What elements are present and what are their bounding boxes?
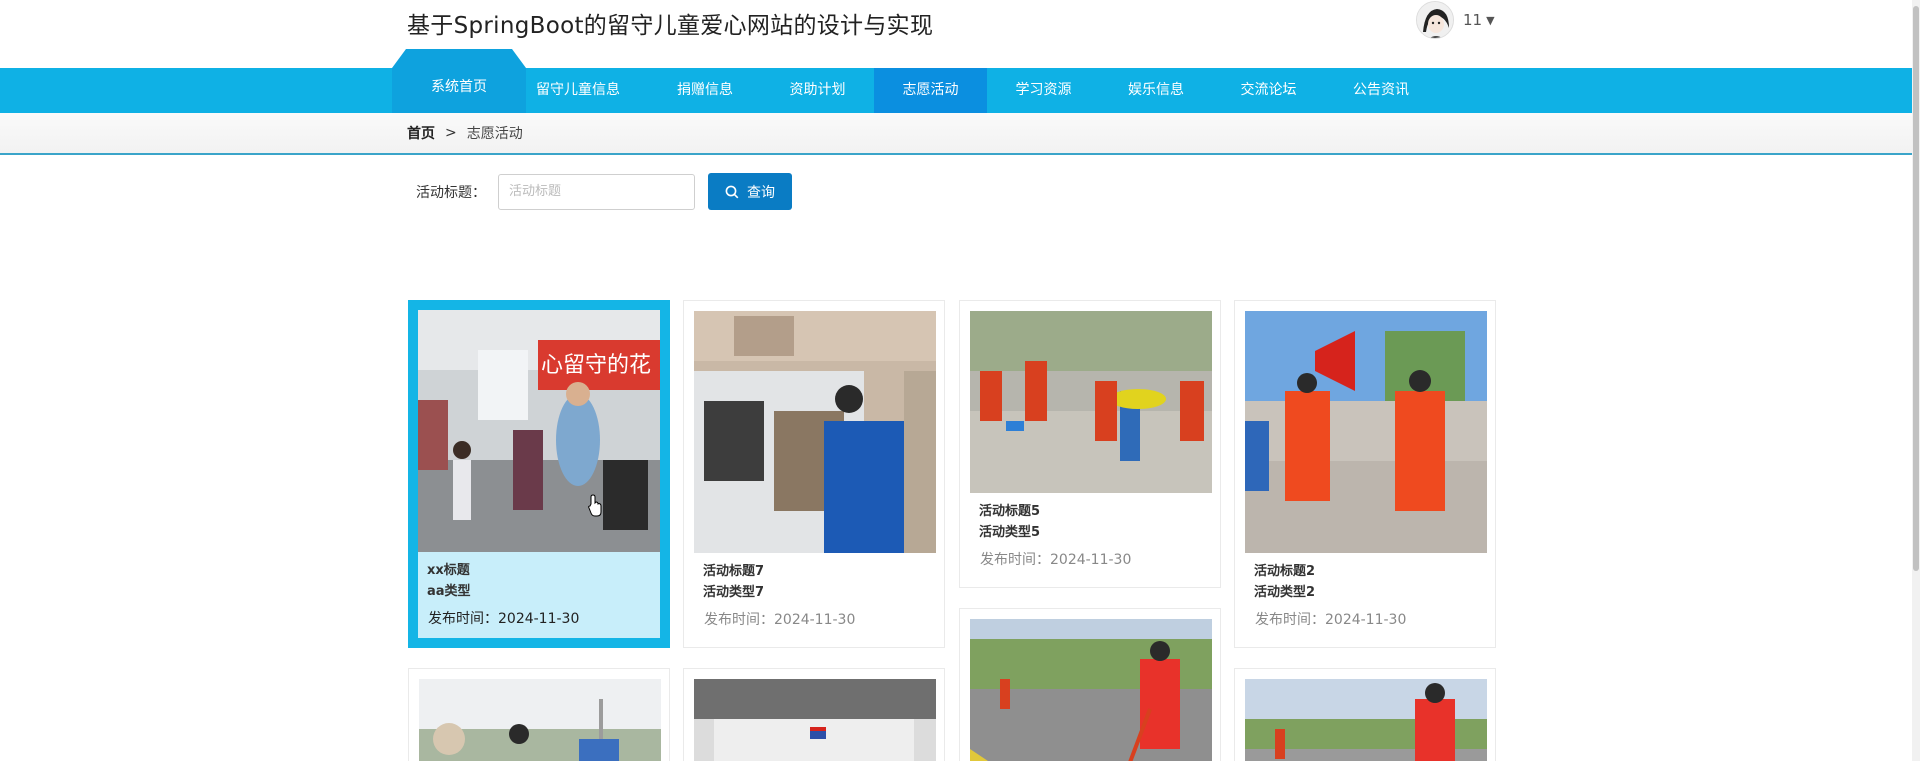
user-avatar[interactable] [1416,1,1454,39]
activity-date: 发布时间：2024-11-30 [980,552,1132,568]
activity-title: 活动标题5 [979,504,1041,519]
activity-card[interactable]: 活动标题7 活动类型7 发布时间：2024-11-30 [683,300,945,648]
nav-item-children[interactable]: 留守儿童信息 [526,68,630,113]
nav-item-forum[interactable]: 交流论坛 [1212,68,1325,113]
breadcrumb-current: 志愿活动 [466,126,523,142]
activity-title: 活动标题2 [1254,564,1316,579]
search-input[interactable] [498,173,695,210]
activity-date: 发布时间：2024-11-30 [428,611,580,627]
activity-image[interactable]: 心留守的花 [418,310,660,552]
activity-image[interactable] [1245,679,1487,761]
nav-home-label[interactable]: 系统首页 [392,76,526,96]
mouse-cursor-icon [588,494,602,517]
activity-type: 活动类型7 [703,585,765,600]
breadcrumb-separator: > [445,125,457,141]
search-icon [725,185,739,198]
activity-date: 发布时间：2024-11-30 [704,612,856,628]
nav-item-entertainment[interactable]: 娱乐信息 [1100,68,1212,113]
header: 基于SpringBoot的留守儿童爱心网站的设计与实现 11 ▼ [0,0,1912,68]
activity-info: 活动标题7 活动类型7 发布时间：2024-11-30 [694,553,936,639]
nav-item-home[interactable]: 系统首页 [392,49,526,113]
breadcrumb-bar: 首页 > 志愿活动 [0,113,1912,155]
activity-info: 活动标题2 活动类型2 发布时间：2024-11-30 [1245,553,1487,639]
nav-item-volunteer[interactable]: 志愿活动 [874,68,987,113]
activity-title: 活动标题7 [703,564,765,579]
activity-info: 活动标题5 活动类型5 发布时间：2024-11-30 [970,493,1212,579]
caret-down-icon[interactable]: ▼ [1486,14,1494,27]
scrollbar-thumb[interactable] [1913,6,1919,571]
user-menu[interactable]: 11 ▼ [1416,0,1495,40]
activity-type: aa类型 [427,584,471,599]
search-button[interactable]: 查询 [708,173,792,210]
activity-image[interactable] [694,311,936,553]
activity-date: 发布时间：2024-11-30 [1255,612,1407,628]
user-name[interactable]: 11 [1463,11,1482,29]
activity-image[interactable] [419,679,661,761]
activity-image[interactable] [970,619,1212,761]
nav-item-plan[interactable]: 资助计划 [761,68,874,113]
activity-card[interactable] [959,608,1221,761]
activity-title: xx标题 [427,563,470,578]
search-button-label: 查询 [747,184,775,201]
activity-card[interactable]: 心留守的花 xx标题 aa类型 发布时间：2024-11-30 [408,300,670,648]
activity-card[interactable] [683,668,945,761]
breadcrumb: 首页 > 志愿活动 [407,123,523,143]
breadcrumb-home[interactable]: 首页 [407,123,435,143]
nav-item-learning[interactable]: 学习资源 [987,68,1100,113]
activity-card[interactable]: 活动标题2 活动类型2 发布时间：2024-11-30 [1234,300,1496,648]
activity-image[interactable] [1245,311,1487,553]
svg-text:心留守的花: 心留守的花 [541,353,651,378]
site-title: 基于SpringBoot的留守儿童爱心网站的设计与实现 [407,13,934,39]
nav-item-notice[interactable]: 公告资讯 [1325,68,1437,113]
activity-image[interactable] [970,311,1212,493]
search-label: 活动标题： [416,184,486,201]
activity-type: 活动类型5 [979,525,1041,540]
page-scrollbar[interactable] [1912,0,1920,761]
activity-info: xx标题 aa类型 发布时间：2024-11-30 [418,552,660,638]
activity-image[interactable] [694,679,936,761]
activity-type: 活动类型2 [1254,585,1316,600]
activity-card[interactable]: 活动标题5 活动类型5 发布时间：2024-11-30 [959,300,1221,588]
activity-card[interactable] [1234,668,1496,761]
nav-item-donation[interactable]: 捐赠信息 [649,68,761,113]
search-form: 活动标题： 查询 [416,173,792,210]
activity-card[interactable] [408,668,670,761]
